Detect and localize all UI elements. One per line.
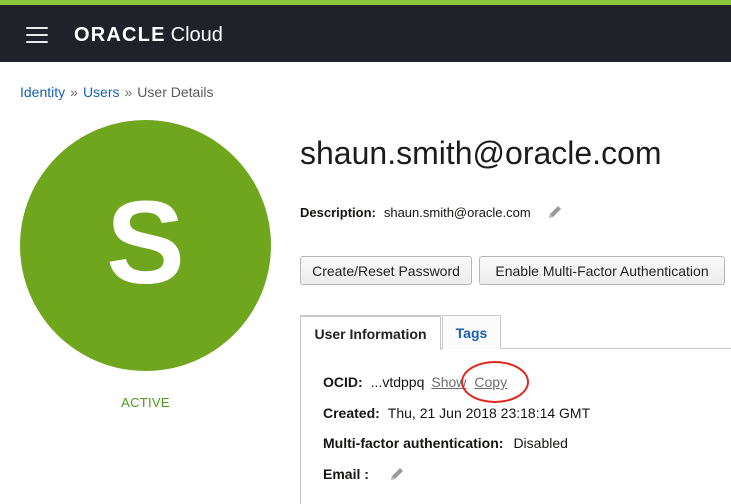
mfa-label: Multi-factor authentication: [323, 435, 504, 451]
pencil-icon[interactable] [547, 204, 563, 220]
breadcrumb-separator: » [70, 84, 78, 100]
mfa-value: Disabled [513, 435, 568, 451]
email-row: Email : [323, 466, 405, 482]
top-navigation-bar: ORACLE Cloud [0, 5, 731, 62]
tab-tags[interactable]: Tags [442, 315, 501, 349]
breadcrumb: Identity » Users » User Details [20, 84, 214, 100]
tab-user-information[interactable]: User Information [300, 315, 441, 350]
brand-logo[interactable]: ORACLE Cloud [74, 22, 223, 48]
description-value: shaun.smith@oracle.com [383, 204, 531, 220]
enable-mfa-button[interactable]: Enable Multi-Factor Authentication [479, 256, 725, 285]
brand-product: Cloud [170, 23, 223, 46]
created-value: Thu, 21 Jun 2018 23:18:14 GMT [387, 405, 591, 421]
user-information-panel: OCID: ...vtdppq Show Copy Created: Thu, … [300, 349, 731, 504]
tab-bar: User Information Tags [300, 315, 731, 350]
brand-name: ORACLE [74, 23, 166, 46]
status-badge: ACTIVE [121, 395, 170, 410]
breadcrumb-current: User Details [137, 84, 214, 100]
create-reset-password-button[interactable]: Create/Reset Password [300, 256, 472, 285]
created-label: Created: [323, 405, 380, 421]
breadcrumb-separator: » [124, 84, 133, 100]
description-row: Description: shaun.smith@oracle.com [300, 204, 563, 220]
description-label: Description: [300, 204, 376, 220]
created-row: Created: Thu, 21 Jun 2018 23:18:14 GMT [323, 405, 590, 421]
mfa-row: Multi-factor authentication: Disabled [323, 435, 568, 451]
ocid-label: OCID: [323, 374, 363, 390]
avatar-letter: S [106, 176, 185, 309]
pencil-icon[interactable] [389, 466, 405, 482]
email-label: Email : [323, 466, 369, 482]
page-title: shaun.smith@oracle.com [300, 135, 662, 171]
hamburger-menu-icon[interactable] [26, 27, 48, 43]
avatar: S [20, 120, 271, 371]
ocid-value: ...vtdppq [370, 374, 425, 390]
breadcrumb-users[interactable]: Users [83, 84, 120, 100]
highlight-circle [461, 361, 529, 403]
breadcrumb-identity[interactable]: Identity [20, 84, 65, 100]
